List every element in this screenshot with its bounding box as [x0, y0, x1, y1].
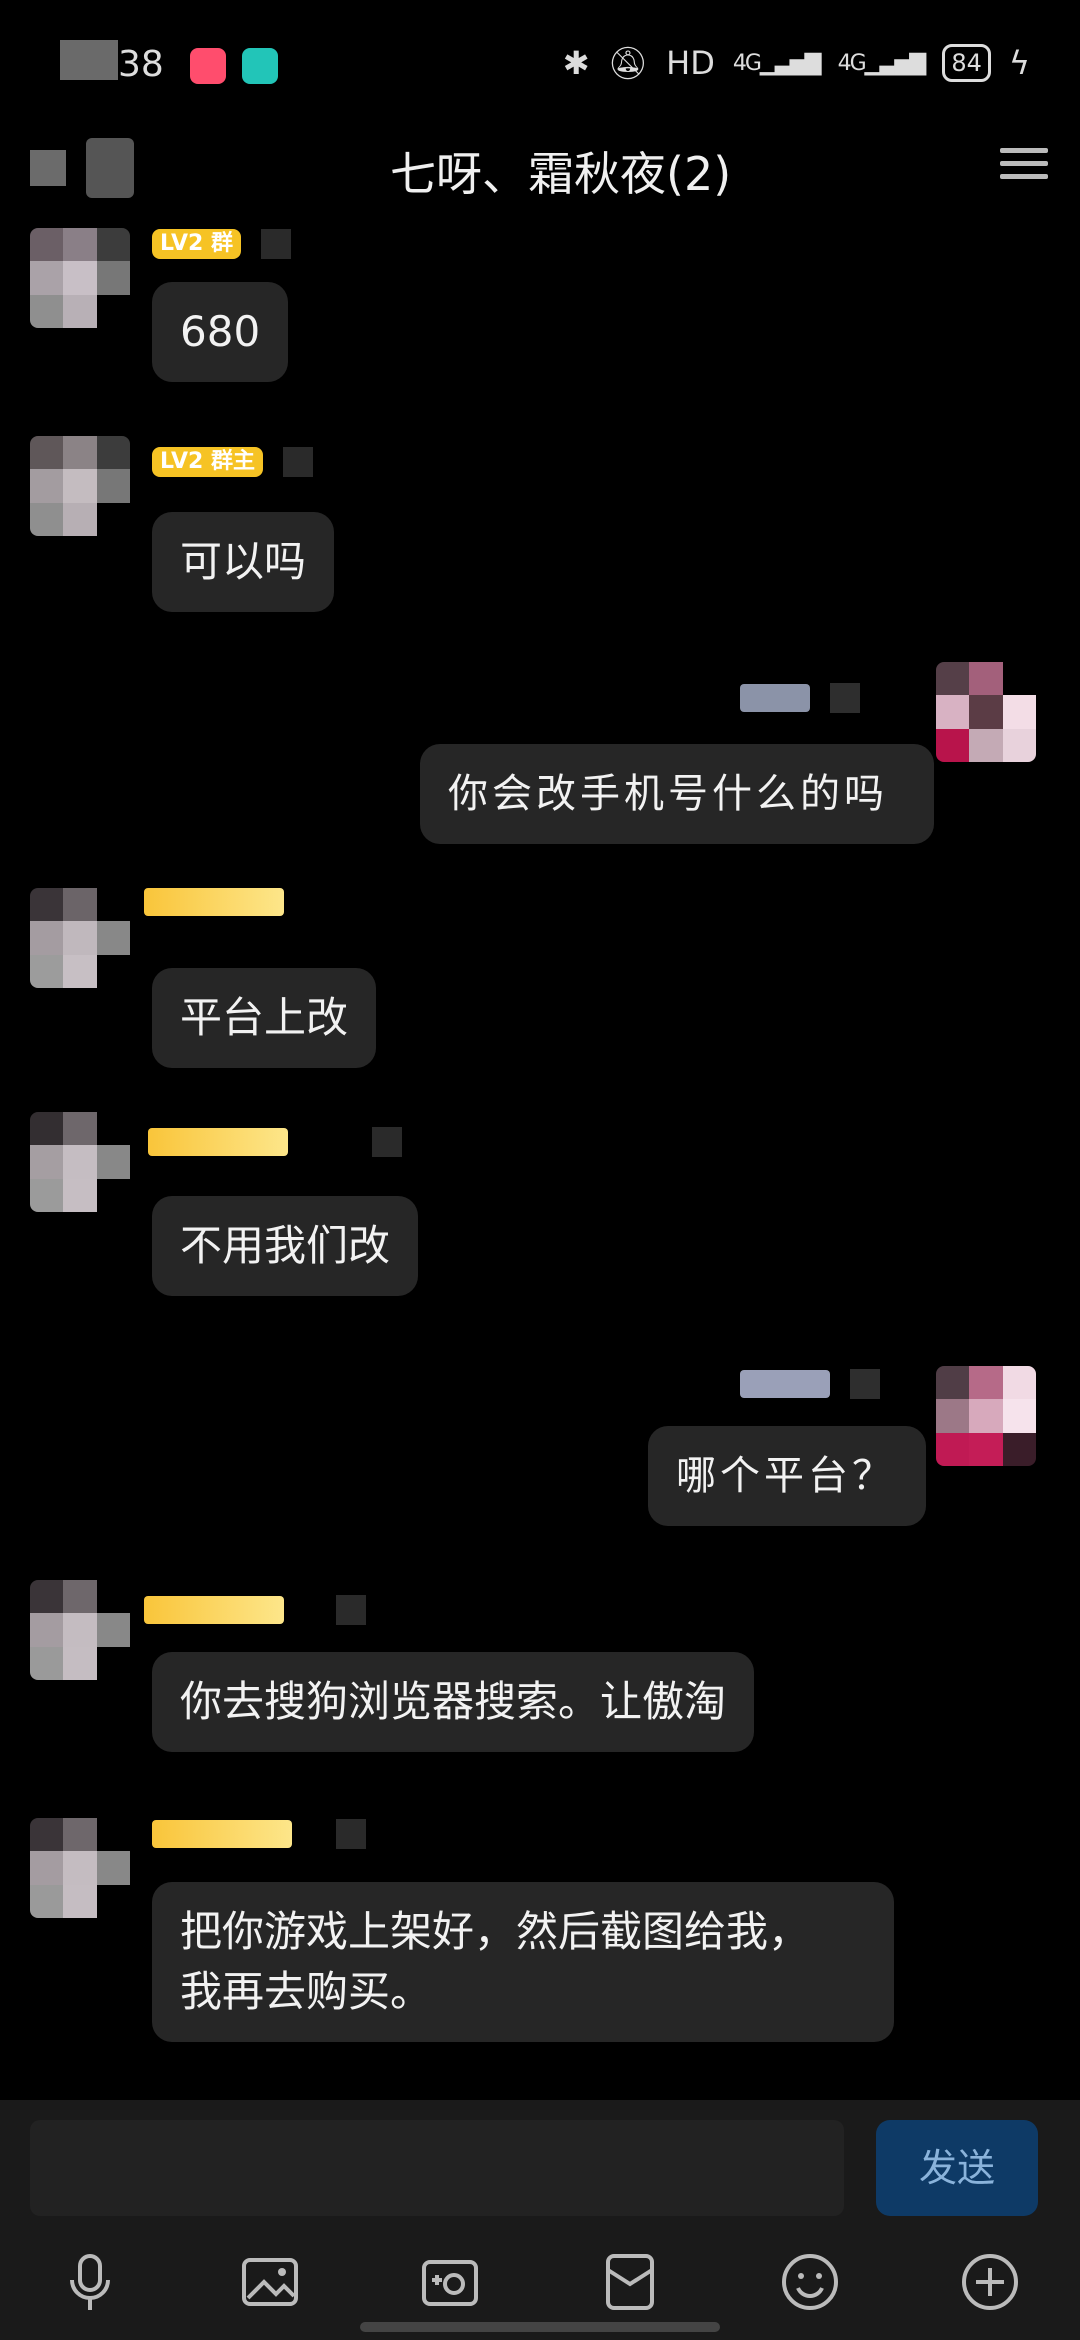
sender-name-bar: [148, 1126, 402, 1158]
camera-icon[interactable]: [418, 2250, 482, 2314]
sender-name-blur: [148, 1128, 288, 1156]
sender-name-bar: [144, 886, 284, 918]
microphone-icon[interactable]: [58, 2250, 122, 2314]
message-bubble[interactable]: 哪个平台？: [648, 1426, 926, 1526]
message-bubble[interactable]: 把你游戏上架好，然后截图给我， 我再去购买。: [152, 1882, 894, 2042]
sender-name-blur: [144, 1596, 284, 1624]
signal-icon-2: 4G▁▃▅▇: [837, 50, 927, 76]
message-bubble[interactable]: 可以吗: [152, 512, 335, 612]
input-bar: 发送: [0, 2100, 1080, 2340]
sender-avatar[interactable]: [30, 1818, 130, 1918]
chat-title: 七呀、霜秋夜(2): [390, 147, 732, 201]
sender-avatar[interactable]: [30, 228, 130, 328]
bluetooth-icon: ✱: [562, 44, 590, 82]
sender-name-blur: [144, 888, 284, 916]
red-packet-icon[interactable]: [598, 2250, 662, 2314]
my-name-bar: [740, 1368, 880, 1400]
mute-bell-icon: 🔕︎: [607, 44, 649, 82]
image-icon[interactable]: [238, 2250, 302, 2314]
sender-name-blur: [152, 1820, 292, 1848]
home-indicator[interactable]: [360, 2322, 720, 2332]
level-badge: LV2 群主: [152, 447, 263, 477]
hd-label: HD: [666, 44, 715, 82]
my-name-bar: [740, 682, 860, 714]
status-bar: 38 ✱ 🔕︎ HD 4G▁▃▅▇ 4G▁▃▅▇ 84 ϟ: [0, 0, 1080, 130]
sender-avatar[interactable]: [30, 888, 130, 988]
chat-header: 七呀、霜秋夜(2): [0, 120, 1080, 210]
chat-notification-icon: [242, 48, 278, 84]
message-input[interactable]: [30, 2120, 844, 2216]
message-bubble[interactable]: 平台上改: [152, 968, 377, 1068]
signal-icon-1: 4G▁▃▅▇: [732, 50, 822, 76]
battery-icon: 84: [942, 44, 991, 82]
my-avatar[interactable]: [936, 1366, 1036, 1466]
message-bubble[interactable]: 你会改手机号什么的吗: [420, 744, 934, 844]
back-button[interactable]: [30, 150, 66, 186]
status-time: 38: [118, 44, 164, 85]
menu-icon[interactable]: [1000, 140, 1048, 186]
message-bubble[interactable]: 680: [152, 282, 289, 382]
emoji-icon[interactable]: [778, 2250, 842, 2314]
app-notification-icon: [190, 48, 226, 84]
sender-avatar[interactable]: [30, 1112, 130, 1212]
sender-name-bar: [152, 1818, 366, 1850]
my-avatar[interactable]: [936, 662, 1036, 762]
send-button[interactable]: 发送: [876, 2120, 1038, 2216]
level-badge: LV2 群: [152, 229, 241, 259]
sender-name-bar: LV2 群主: [152, 446, 313, 478]
message-bubble[interactable]: 不用我们改: [152, 1196, 419, 1296]
status-indicators: ✱ 🔕︎ HD 4G▁▃▅▇ 4G▁▃▅▇ 84 ϟ: [563, 44, 1030, 82]
plus-icon[interactable]: [958, 2250, 1022, 2314]
unread-count-badge: [86, 138, 134, 198]
sender-avatar[interactable]: [30, 436, 130, 536]
sender-name-bar: [144, 1594, 366, 1626]
message-bubble[interactable]: 你去搜狗浏览器搜索。让傲淘: [152, 1652, 755, 1752]
sender-avatar[interactable]: [30, 1580, 130, 1680]
status-time-blur: [60, 40, 118, 80]
sender-name-bar: LV2 群: [152, 228, 291, 260]
charging-icon: ϟ: [1008, 44, 1030, 82]
